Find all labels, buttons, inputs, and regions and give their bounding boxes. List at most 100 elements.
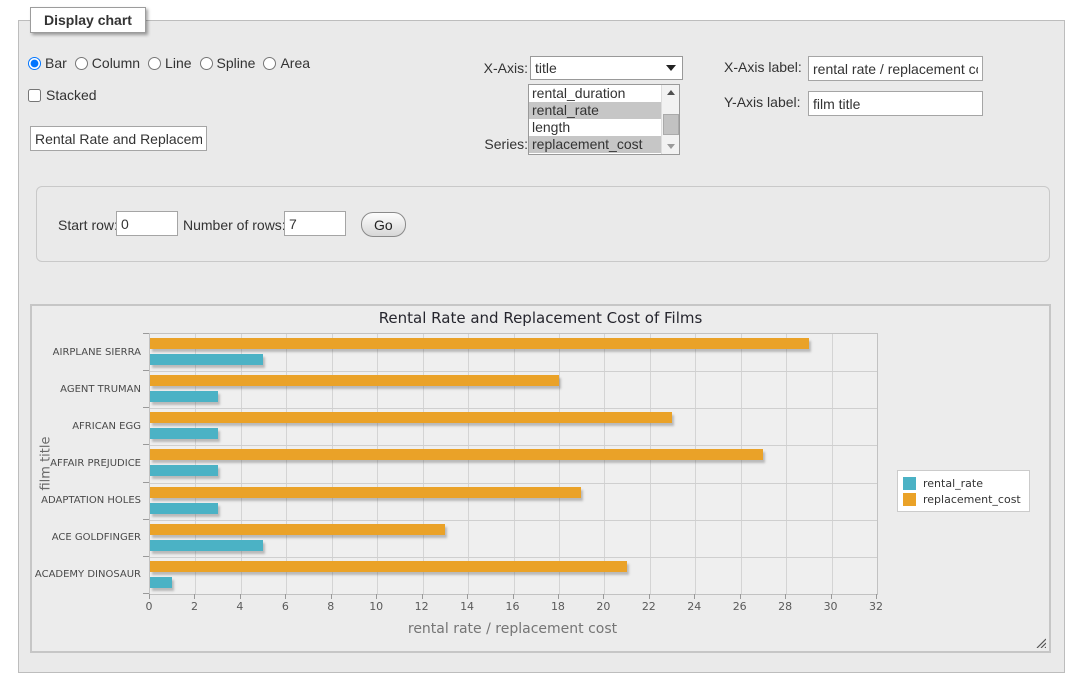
grid-line-h	[150, 483, 877, 484]
bar-rental_rate	[150, 465, 218, 476]
grid-line-v	[468, 334, 469, 594]
bar-rental_rate	[150, 428, 218, 439]
grid-line-v	[423, 334, 424, 594]
x-tick-mark	[694, 594, 695, 599]
chart-type-radio-bar[interactable]	[28, 57, 41, 70]
x-tick-mark	[558, 594, 559, 599]
panel-title: Display chart	[30, 7, 146, 33]
x-tick-label: 16	[498, 600, 528, 613]
grid-line-v	[286, 334, 287, 594]
plot-area	[149, 333, 878, 595]
bar-replacement_cost	[150, 524, 445, 535]
x-tick-mark	[603, 594, 604, 599]
x-axis-title: rental rate / replacement cost	[149, 621, 876, 637]
chart-container: Rental Rate and Replacement Cost of Film…	[30, 304, 1051, 653]
x-axis-label-input[interactable]	[808, 56, 983, 81]
chart-type-radio-line[interactable]	[148, 57, 161, 70]
legend-label: rental_rate	[923, 477, 983, 490]
grid-line-v	[604, 334, 605, 594]
x-axis-select[interactable]: title	[530, 56, 683, 80]
chart-legend: rental_rate replacement_cost	[897, 470, 1030, 512]
grid-line-v	[377, 334, 378, 594]
x-tick-label: 18	[543, 600, 573, 613]
x-tick-mark	[149, 594, 150, 599]
series-listbox[interactable]: rental_durationrental_ratelengthreplacem…	[528, 84, 680, 155]
y-axis-label-field-label: Y-Axis label:	[724, 94, 801, 110]
legend-label: replacement_cost	[923, 493, 1021, 506]
legend-item-rental_rate: rental_rate	[903, 475, 1021, 491]
bar-rental_rate	[150, 354, 263, 365]
y-tick-mark	[143, 370, 149, 371]
bar-rental_rate	[150, 540, 263, 551]
x-tick-label: 30	[816, 600, 846, 613]
x-tick-label: 22	[634, 600, 664, 613]
x-tick-label: 26	[725, 600, 755, 613]
bar-replacement_cost	[150, 375, 559, 386]
x-tick-mark	[194, 594, 195, 599]
grid-line-h	[150, 445, 877, 446]
grid-line-v	[695, 334, 696, 594]
num-rows-input[interactable]	[284, 211, 346, 236]
grid-line-v	[195, 334, 196, 594]
series-option-rental_rate[interactable]: rental_rate	[529, 102, 664, 119]
x-axis-select-wrap: title	[530, 56, 683, 80]
num-rows-label: Number of rows:	[183, 217, 286, 233]
chart-type-radio-group: BarColumnLineSplineArea	[28, 55, 310, 71]
resize-grip-icon[interactable]	[1036, 638, 1046, 648]
chart-type-radio-area[interactable]	[263, 57, 276, 70]
category-label: ADAPTATION HOLES	[31, 495, 141, 506]
chart-type-label: Spline	[217, 55, 256, 71]
legend-swatch	[903, 477, 916, 490]
app-canvas: Display chart BarColumnLineSplineArea St…	[0, 0, 1081, 681]
x-axis-select-label: X-Axis:	[458, 60, 528, 76]
start-row-input[interactable]	[116, 211, 178, 236]
bar-rental_rate	[150, 503, 218, 514]
y-tick-mark	[143, 333, 149, 334]
series-option-length[interactable]: length	[529, 119, 664, 136]
series-option-rental_duration[interactable]: rental_duration	[529, 85, 664, 102]
y-tick-mark	[143, 407, 149, 408]
bar-replacement_cost	[150, 449, 763, 460]
x-tick-label: 2	[179, 600, 209, 613]
x-tick-mark	[331, 594, 332, 599]
scrollbar-thumb[interactable]	[663, 114, 679, 135]
chart-title-input[interactable]	[30, 126, 207, 151]
grid-line-h	[150, 408, 877, 409]
legend-item-replacement_cost: replacement_cost	[903, 491, 1021, 507]
y-tick-mark	[143, 556, 149, 557]
y-tick-mark	[143, 444, 149, 445]
chart-type-label: Line	[165, 55, 191, 71]
chart-title: Rental Rate and Replacement Cost of Film…	[32, 309, 1049, 327]
category-label: AFRICAN EGG	[31, 421, 141, 432]
grid-line-v	[559, 334, 560, 594]
scrollbar-down-button[interactable]	[662, 139, 679, 154]
stacked-checkbox[interactable]	[28, 89, 41, 102]
x-tick-mark	[649, 594, 650, 599]
category-label: AGENT TRUMAN	[31, 384, 141, 395]
x-tick-mark	[785, 594, 786, 599]
grid-line-v	[832, 334, 833, 594]
scrollbar-up-icon	[667, 90, 675, 95]
chart-type-radio-column[interactable]	[75, 57, 88, 70]
grid-line-v	[332, 334, 333, 594]
x-tick-label: 12	[407, 600, 437, 613]
scrollbar-up-button[interactable]	[662, 85, 679, 100]
x-tick-mark	[422, 594, 423, 599]
chart-type-label: Area	[280, 55, 310, 71]
x-tick-label: 32	[861, 600, 891, 613]
go-button[interactable]: Go	[361, 212, 406, 237]
series-scrollbar[interactable]	[661, 85, 679, 154]
x-tick-label: 0	[134, 600, 164, 613]
grid-line-v	[786, 334, 787, 594]
y-tick-mark	[143, 519, 149, 520]
category-label: ACADEMY DINOSAUR	[31, 569, 141, 580]
series-option-replacement_cost[interactable]: replacement_cost	[529, 136, 664, 153]
bar-rental_rate	[150, 391, 218, 402]
x-tick-mark	[513, 594, 514, 599]
x-tick-mark	[240, 594, 241, 599]
grid-line-v	[650, 334, 651, 594]
chart-type-radio-spline[interactable]	[200, 57, 213, 70]
category-label: AIRPLANE SIERRA	[31, 347, 141, 358]
grid-line-v	[741, 334, 742, 594]
y-axis-label-input[interactable]	[808, 91, 983, 116]
